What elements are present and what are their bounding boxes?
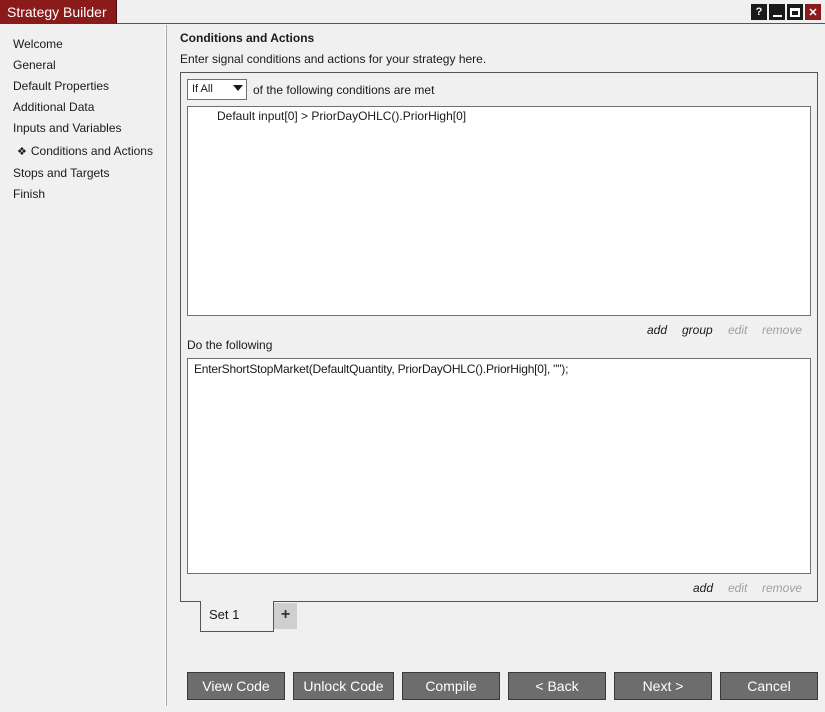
sidebar-item-inputs-and-variables[interactable]: Inputs and Variables <box>13 120 122 136</box>
sidebar-item-label: General <box>13 58 56 72</box>
sidebar-item-label: Finish <box>13 187 46 201</box>
condition-mode-select[interactable]: If All <box>187 79 247 100</box>
sidebar-item-stops-and-targets[interactable]: Stops and Targets <box>13 165 110 181</box>
compile-button[interactable]: Compile <box>402 672 500 700</box>
minimize-icon[interactable] <box>769 4 785 20</box>
sidebar-item-label: Additional Data <box>13 100 95 114</box>
window-title: Strategy Builder <box>0 0 117 24</box>
sidebar-item-label: Welcome <box>13 37 63 51</box>
sidebar-item-label: Stops and Targets <box>13 166 110 180</box>
chevron-down-icon <box>233 85 243 91</box>
close-icon[interactable]: ✕ <box>805 4 821 20</box>
group-condition-link[interactable]: group <box>682 323 713 337</box>
sidebar-item-additional-data[interactable]: Additional Data <box>13 99 94 115</box>
sidebar-divider <box>165 25 166 706</box>
maximize-icon[interactable] <box>787 4 803 20</box>
action-item[interactable]: EnterShortStopMarket(DefaultQuantity, Pr… <box>194 362 568 376</box>
sidebar-item-label: Default Properties <box>13 79 110 93</box>
sidebar-item-general[interactable]: General <box>13 57 56 73</box>
actions-list[interactable]: EnterShortStopMarket(DefaultQuantity, Pr… <box>187 358 811 574</box>
cancel-button[interactable]: Cancel <box>720 672 818 700</box>
edit-action-link[interactable]: edit <box>728 581 747 595</box>
remove-action-link[interactable]: remove <box>762 581 802 595</box>
unlock-code-button[interactable]: Unlock Code <box>293 672 394 700</box>
sidebar-item-welcome[interactable]: Welcome <box>13 36 63 52</box>
conditions-list[interactable]: Default input[0] > PriorDayOHLC().PriorH… <box>187 106 811 316</box>
view-code-button[interactable]: View Code <box>187 672 285 700</box>
sidebar-item-label: Inputs and Variables <box>13 121 122 135</box>
page-description: Enter signal conditions and actions for … <box>180 52 487 66</box>
sidebar-item-default-properties[interactable]: Default Properties <box>13 78 109 94</box>
tab-set-1[interactable]: Set 1 <box>200 601 274 632</box>
help-icon[interactable]: ? <box>751 4 767 20</box>
sidebar-item-conditions-and-actions[interactable]: ❖ Conditions and Actions <box>13 143 153 159</box>
add-condition-link[interactable]: add <box>647 323 667 337</box>
condition-item[interactable]: Default input[0] > PriorDayOHLC().PriorH… <box>217 109 466 123</box>
active-marker-icon: ❖ <box>17 146 27 158</box>
window-controls: ? ✕ <box>751 4 821 20</box>
next-button[interactable]: Next > <box>614 672 712 700</box>
add-action-link[interactable]: add <box>693 581 713 595</box>
condition-mode-suffix: of the following conditions are met <box>253 83 435 97</box>
sidebar-item-label: Conditions and Actions <box>30 144 153 158</box>
add-set-button[interactable]: + <box>274 603 297 629</box>
actions-label: Do the following <box>187 338 273 352</box>
edit-condition-link[interactable]: edit <box>728 323 747 337</box>
title-bar[interactable]: Strategy Builder ? ✕ <box>0 0 825 24</box>
back-button[interactable]: < Back <box>508 672 606 700</box>
remove-condition-link[interactable]: remove <box>762 323 802 337</box>
condition-mode-value: If All <box>192 83 213 95</box>
page-title: Conditions and Actions <box>180 31 315 45</box>
sidebar-item-finish[interactable]: Finish <box>13 186 45 202</box>
